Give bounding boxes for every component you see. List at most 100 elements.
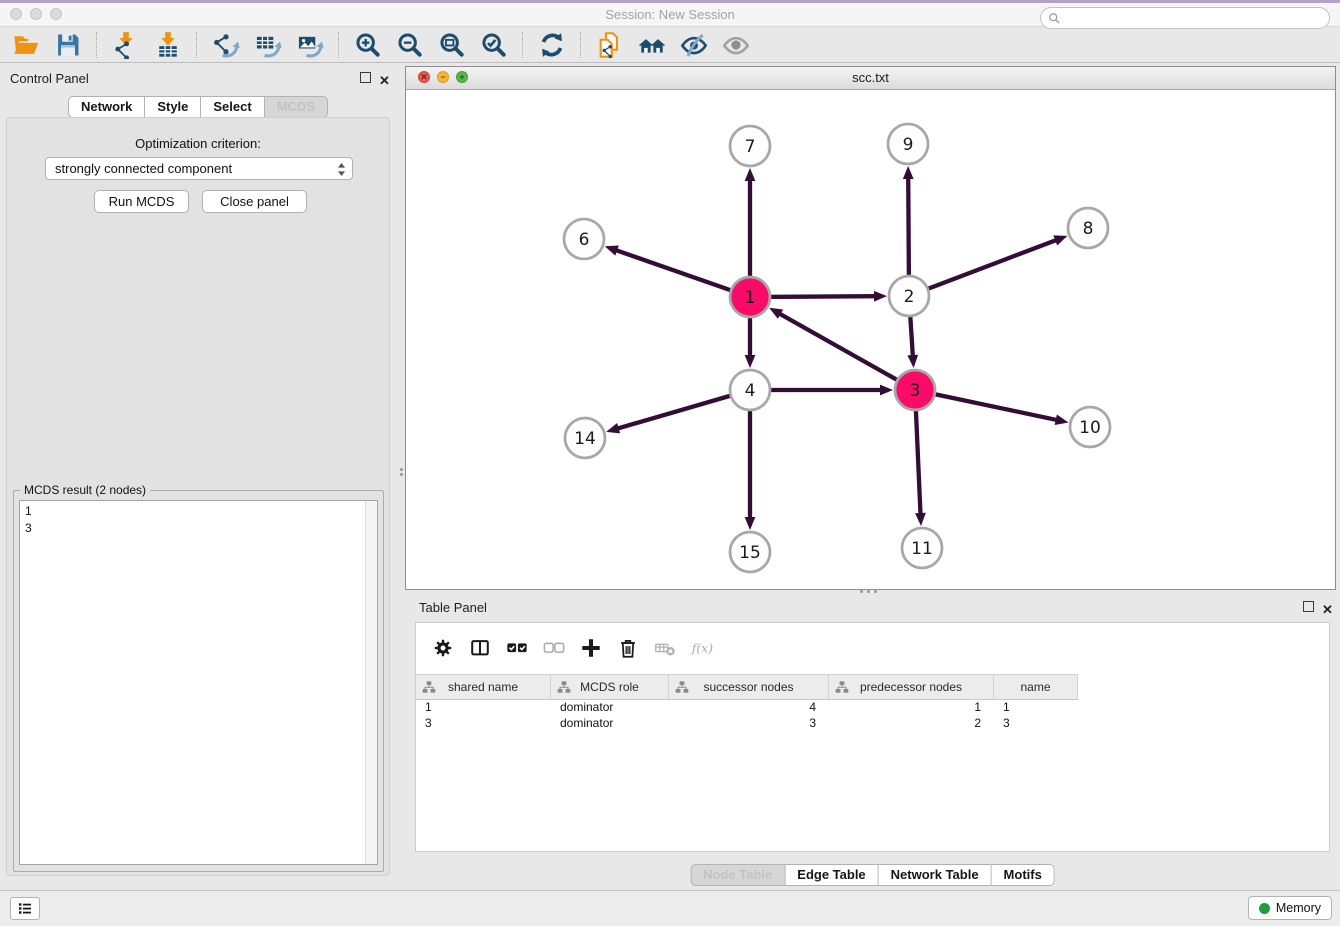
vertical-splitter[interactable]	[396, 63, 405, 890]
graph-node-4[interactable]: 4	[730, 370, 770, 410]
table-settings-gear-button[interactable]	[426, 632, 460, 664]
first-neighbors-button[interactable]	[634, 29, 670, 61]
cell-MCDS-role[interactable]: dominator	[551, 715, 669, 731]
tab-mcds[interactable]: MCDS	[265, 96, 328, 118]
column-browser-button[interactable]	[463, 632, 497, 664]
table-row[interactable]: 3dominator323	[416, 715, 1078, 731]
table-panel-float-button[interactable]	[1303, 601, 1316, 614]
control-panel-close-button[interactable]: ✕	[379, 72, 392, 85]
table-tabs: Node TableEdge TableNetwork TableMotifs	[690, 864, 1055, 886]
cell-name[interactable]: 1	[994, 699, 1078, 715]
graph-node-6[interactable]: 6	[564, 219, 604, 259]
export-image-button[interactable]	[292, 29, 328, 61]
clone-network-icon	[596, 31, 624, 59]
table-row[interactable]: 1dominator411	[416, 699, 1078, 715]
graph-node-14[interactable]: 14	[565, 418, 605, 458]
app-window: Session: New Session Control Panel ✕ Net…	[0, 0, 1340, 926]
toolbar-separator	[522, 32, 524, 58]
search-box[interactable]	[1040, 7, 1330, 29]
save-session-icon	[54, 31, 82, 59]
hide-selected-button[interactable]	[676, 29, 712, 61]
cell-predecessor-nodes[interactable]: 2	[829, 715, 994, 731]
zoom-fit-button[interactable]	[434, 29, 470, 61]
control-panel-float-button[interactable]	[360, 72, 373, 85]
save-session-button[interactable]	[50, 29, 86, 61]
graph-node-1[interactable]: 1	[730, 277, 770, 317]
tab-network-table[interactable]: Network Table	[879, 864, 992, 886]
memory-button[interactable]: Memory	[1248, 896, 1332, 920]
cell-successor-nodes[interactable]: 4	[669, 699, 829, 715]
export-network-button[interactable]	[208, 29, 244, 61]
column-header-name[interactable]: name	[994, 675, 1078, 699]
tab-node-table[interactable]: Node Table	[690, 864, 785, 886]
import-network-icon	[112, 31, 140, 59]
criterion-select[interactable]: strongly connected component	[45, 157, 353, 180]
zoom-fit-icon	[438, 31, 466, 59]
export-image-icon	[296, 31, 324, 59]
graph-node-8[interactable]: 8	[1068, 208, 1108, 248]
tab-network[interactable]: Network	[68, 96, 145, 118]
hide-selected-icon	[680, 31, 708, 59]
cell-shared-name[interactable]: 3	[416, 715, 551, 731]
tab-style[interactable]: Style	[145, 96, 201, 118]
graph-node-7[interactable]: 7	[730, 126, 770, 166]
show-panels-button[interactable]	[10, 897, 40, 920]
import-table-icon	[154, 31, 182, 59]
refresh-layout-button[interactable]	[534, 29, 570, 61]
export-table-button[interactable]	[250, 29, 286, 61]
graph-node-3[interactable]: 3	[895, 370, 935, 410]
node-label: 14	[574, 429, 596, 449]
cell-MCDS-role[interactable]: dominator	[551, 699, 669, 715]
graph-edge-1-6[interactable]	[605, 245, 750, 297]
graph-edge-4-3[interactable]	[750, 385, 893, 396]
table-panel-close-button[interactable]: ✕	[1322, 601, 1335, 614]
cell-successor-nodes[interactable]: 3	[669, 715, 829, 731]
cell-shared-name[interactable]: 1	[416, 699, 551, 715]
column-tree-icon	[835, 680, 849, 694]
graph-edge-2-8[interactable]	[909, 235, 1067, 296]
deselect-all-rows-button[interactable]	[537, 632, 571, 664]
control-panel-tabs: NetworkStyleSelectMCDS	[68, 96, 328, 118]
import-network-button[interactable]	[108, 29, 144, 61]
delete-rows-button[interactable]	[611, 632, 645, 664]
column-tree-icon	[557, 680, 571, 694]
cell-name[interactable]: 3	[994, 715, 1078, 731]
graph-edge-3-1[interactable]	[769, 308, 915, 390]
cell-predecessor-nodes[interactable]: 1	[829, 699, 994, 715]
network-frame-titlebar: ✕ − + scc.txt	[406, 67, 1335, 90]
select-all-rows-button[interactable]	[500, 632, 534, 664]
tab-edge-table[interactable]: Edge Table	[785, 864, 878, 886]
add-column-button[interactable]	[574, 632, 608, 664]
column-header-shared-name[interactable]: shared name	[416, 675, 551, 699]
mcds-result-textarea[interactable]: 1 3	[19, 500, 378, 865]
graph-node-9[interactable]: 9	[888, 124, 928, 164]
column-header-label: predecessor nodes	[829, 680, 993, 694]
graph-edge-3-10[interactable]	[915, 390, 1068, 425]
column-header-label: successor nodes	[669, 680, 828, 694]
open-session-button[interactable]	[8, 29, 44, 61]
graph-edge-4-14[interactable]	[606, 390, 750, 433]
zoom-in-button[interactable]	[350, 29, 386, 61]
graph-node-15[interactable]: 15	[730, 532, 770, 572]
run-mcds-button[interactable]: Run MCDS	[94, 190, 189, 213]
tab-select[interactable]: Select	[201, 96, 264, 118]
node-label: 7	[745, 137, 756, 157]
column-header-MCDS-role[interactable]: MCDS role	[551, 675, 669, 699]
close-panel-button[interactable]: Close panel	[202, 190, 307, 213]
graph-node-10[interactable]: 10	[1070, 407, 1110, 447]
zoom-out-button[interactable]	[392, 29, 428, 61]
node-label: 15	[739, 543, 761, 563]
column-header-label: shared name	[416, 680, 550, 694]
graph-node-2[interactable]: 2	[889, 276, 929, 316]
graph-node-11[interactable]: 11	[902, 528, 942, 568]
zoom-selected-button[interactable]	[476, 29, 512, 61]
clone-network-button[interactable]	[592, 29, 628, 61]
column-header-predecessor-nodes[interactable]: predecessor nodes	[829, 675, 994, 699]
result-scrollbar[interactable]	[365, 501, 377, 864]
network-canvas[interactable]: 1 2 3 4 6 7 8 9 10 11 14 15	[406, 89, 1335, 589]
import-table-button[interactable]	[150, 29, 186, 61]
list-icon	[17, 900, 33, 917]
tab-motifs[interactable]: Motifs	[992, 864, 1055, 886]
search-input[interactable]	[1061, 9, 1329, 27]
column-header-successor-nodes[interactable]: successor nodes	[669, 675, 829, 699]
